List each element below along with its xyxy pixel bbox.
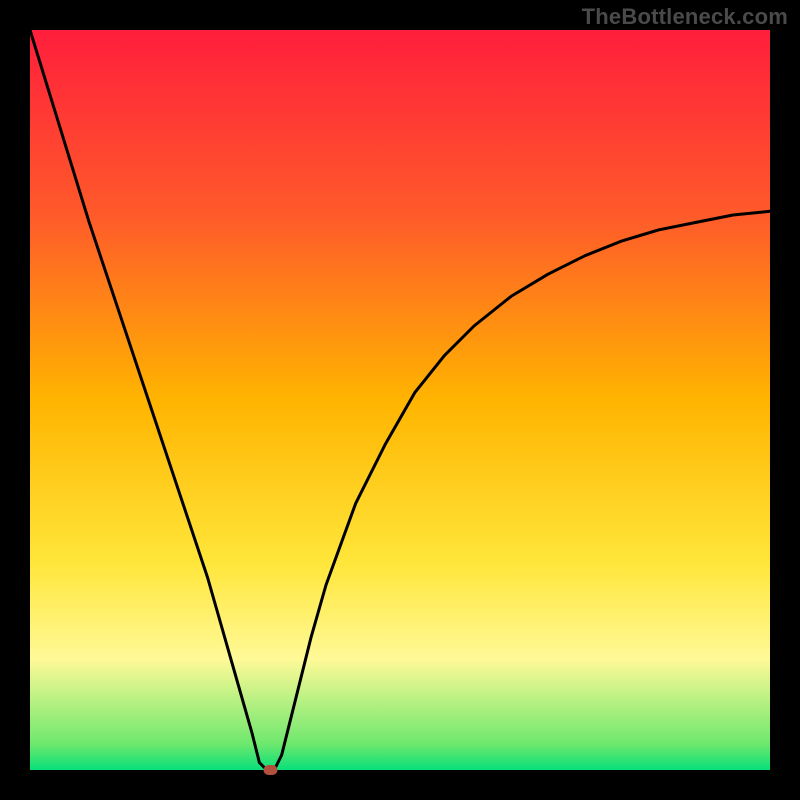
minimum-marker <box>264 765 278 775</box>
plot-area <box>30 30 770 770</box>
watermark-text: TheBottleneck.com <box>582 4 788 30</box>
chart-figure: TheBottleneck.com <box>0 0 800 800</box>
chart-svg <box>0 0 800 800</box>
